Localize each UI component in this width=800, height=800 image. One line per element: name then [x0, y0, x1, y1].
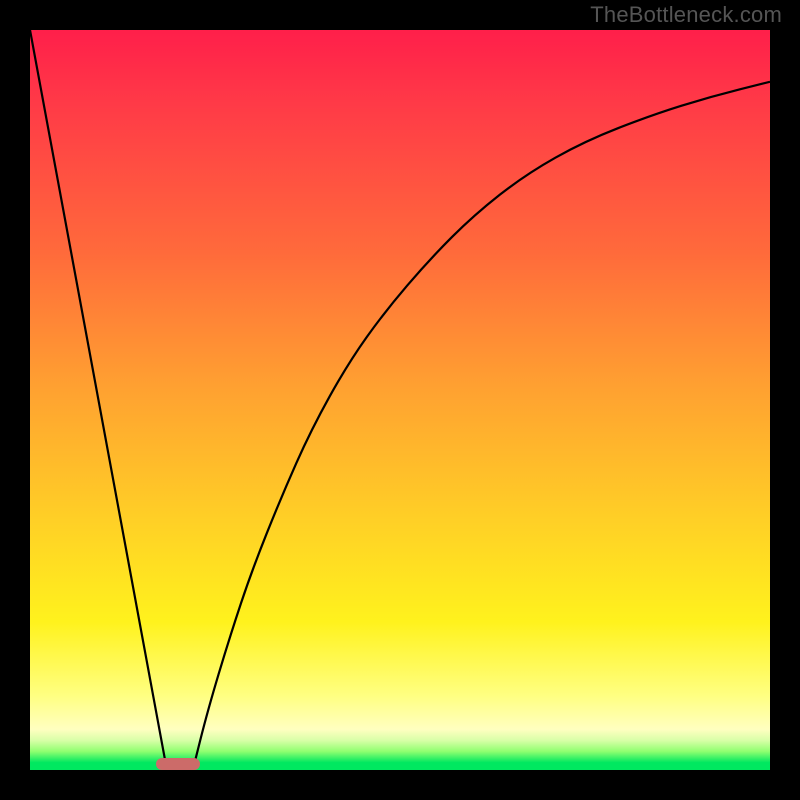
optimal-marker	[156, 758, 200, 770]
curve-path	[30, 30, 770, 770]
chart-frame: TheBottleneck.com	[0, 0, 800, 800]
plot-area	[30, 30, 770, 770]
watermark-text: TheBottleneck.com	[590, 2, 782, 28]
bottleneck-curve	[30, 30, 770, 770]
